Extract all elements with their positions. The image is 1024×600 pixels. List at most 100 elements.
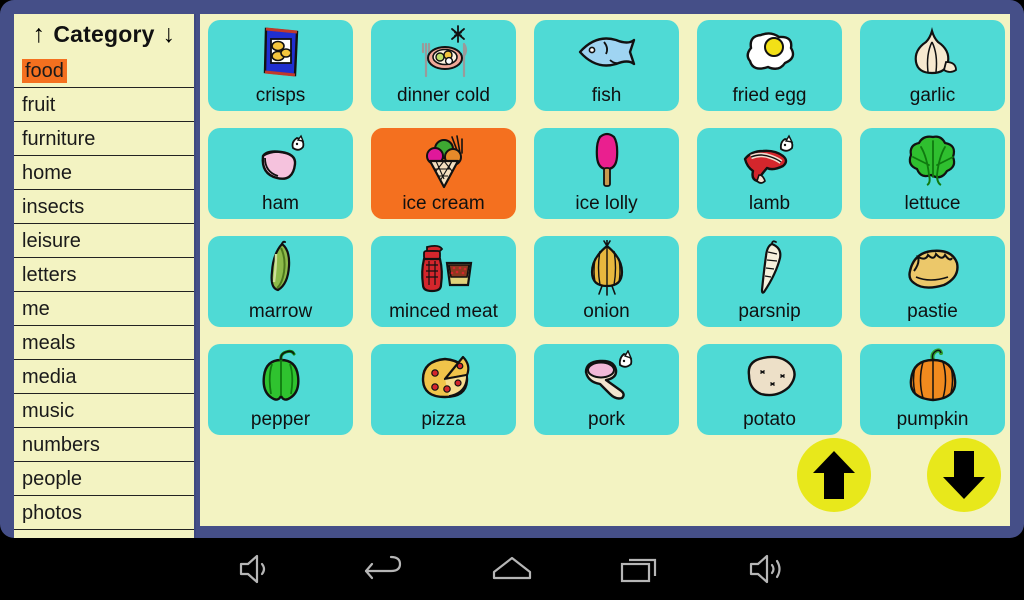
parsnip-icon [697, 240, 842, 296]
sidebar-item-partial[interactable] [14, 530, 194, 538]
sidebar-item-label: me [22, 298, 50, 320]
recents-button[interactable] [576, 538, 704, 600]
symbol-tile-label: ice lolly [575, 193, 638, 214]
symbol-tile-label: fish [591, 85, 622, 106]
symbol-tile-ice-lolly[interactable]: ice lolly [534, 128, 679, 219]
sidebar-item-meals[interactable]: meals [14, 326, 194, 360]
symbol-tile-lettuce[interactable]: lettuce [860, 128, 1005, 219]
category-sidebar: ↑ Category ↓ food fruit furniture home insec… [14, 14, 196, 538]
back-icon [364, 552, 404, 586]
dinner-cold-icon [371, 24, 516, 80]
symbol-tile-marrow[interactable]: marrow [208, 236, 353, 327]
symbol-tile-pastie[interactable]: pastie [860, 236, 1005, 327]
pizza-icon [371, 348, 516, 404]
symbol-tile-label: pumpkin [896, 409, 969, 430]
symbol-tile-fish[interactable]: fish [534, 20, 679, 111]
symbol-tile-label: onion [583, 301, 630, 322]
potato-icon [697, 348, 842, 404]
symbol-tile-label: garlic [909, 85, 956, 106]
pepper-icon [208, 348, 353, 404]
pastie-icon [860, 240, 1005, 296]
fried-egg-icon [697, 24, 842, 80]
category-header: ↑ Category ↓ [14, 14, 194, 54]
sidebar-item-label: media [22, 366, 77, 388]
category-scroll-up-icon[interactable]: ↑ [33, 21, 46, 47]
category-header-title: Category [53, 20, 155, 47]
category-scroll-down-icon[interactable]: ↓ [163, 21, 176, 47]
symbol-tile-label: crisps [255, 85, 306, 106]
sidebar-item-me[interactable]: me [14, 292, 194, 326]
back-button[interactable] [320, 538, 448, 600]
garlic-icon [860, 24, 1005, 80]
symbol-tile-parsnip[interactable]: parsnip [697, 236, 842, 327]
home-button[interactable] [448, 538, 576, 600]
previous-page-button[interactable] [797, 438, 871, 512]
symbol-tile-pumpkin[interactable]: pumpkin [860, 344, 1005, 435]
symbol-tile-label: pizza [421, 409, 466, 430]
pumpkin-icon [860, 348, 1005, 404]
volume-down-icon [237, 552, 275, 586]
ham-icon [208, 132, 353, 188]
sidebar-item-furniture[interactable]: furniture [14, 122, 194, 156]
category-list: food fruit furniture home insects leisure lett… [14, 54, 194, 538]
symbol-tile-label: pork [588, 409, 625, 430]
recents-icon [619, 552, 661, 586]
sidebar-item-label: furniture [22, 128, 96, 150]
sidebar-item-label: food [22, 59, 67, 83]
sidebar-item-letters[interactable]: letters [14, 258, 194, 292]
symbol-tile-dinner-cold[interactable]: dinner cold [371, 20, 516, 111]
symbol-tile-garlic[interactable]: garlic [860, 20, 1005, 111]
sidebar-item-label: people [22, 468, 83, 490]
sidebar-item-leisure[interactable]: leisure [14, 224, 194, 258]
symbol-tile-label: lamb [748, 193, 791, 214]
symbol-tile-label: dinner cold [397, 85, 490, 106]
lettuce-icon [860, 132, 1005, 188]
arrow-down-icon [941, 449, 987, 501]
symbol-tile-label: pepper [250, 409, 311, 430]
symbol-tile-lamb[interactable]: lamb [697, 128, 842, 219]
pork-icon [534, 348, 679, 404]
onion-icon [534, 240, 679, 296]
sidebar-item-label: fruit [22, 94, 56, 116]
symbol-tile-onion[interactable]: onion [534, 236, 679, 327]
sidebar-item-label: music [22, 400, 75, 422]
sidebar-item-insects[interactable]: insects [14, 190, 194, 224]
symbol-tile-pizza[interactable]: pizza [371, 344, 516, 435]
next-page-button[interactable] [927, 438, 1001, 512]
symbol-tile-label: marrow [248, 301, 313, 322]
symbol-tile-label: pastie [907, 301, 958, 322]
symbol-tile-minced-meat[interactable]: minced meat [371, 236, 516, 327]
crisps-icon [208, 24, 353, 80]
sidebar-item-label: leisure [22, 230, 81, 252]
sidebar-item-photos[interactable]: photos [14, 496, 194, 530]
volume-down-button[interactable] [192, 538, 320, 600]
sidebar-item-label: numbers [22, 434, 100, 456]
symbol-tile-potato[interactable]: potato [697, 344, 842, 435]
symbol-tile-fried-egg[interactable]: fried egg [697, 20, 842, 111]
app-frame: ↑ Category ↓ food fruit furniture home insec… [0, 0, 1024, 538]
symbol-tile-label: ice cream [402, 193, 485, 214]
symbol-tile-pepper[interactable]: pepper [208, 344, 353, 435]
symbol-tile-label: fried egg [732, 85, 807, 106]
symbol-tile-crisps[interactable]: crisps [208, 20, 353, 111]
sidebar-item-media[interactable]: media [14, 360, 194, 394]
sidebar-item-fruit[interactable]: fruit [14, 88, 194, 122]
sidebar-item-numbers[interactable]: numbers [14, 428, 194, 462]
symbol-tile-pork[interactable]: pork [534, 344, 679, 435]
sidebar-item-food[interactable]: food [14, 54, 194, 88]
symbol-tile-label: lettuce [904, 193, 961, 214]
ice-cream-icon [371, 132, 516, 189]
android-navigation-bar [0, 538, 1024, 600]
marrow-icon [208, 240, 353, 296]
arrow-up-icon [811, 449, 857, 501]
symbol-tile-ham[interactable]: ham [208, 128, 353, 219]
volume-up-icon [747, 552, 789, 586]
volume-up-button[interactable] [704, 538, 832, 600]
sidebar-item-music[interactable]: music [14, 394, 194, 428]
symbol-tile-ice-cream[interactable]: ice cream [371, 128, 516, 219]
sidebar-item-home[interactable]: home [14, 156, 194, 190]
sidebar-item-people[interactable]: people [14, 462, 194, 496]
home-icon [490, 552, 534, 586]
fish-icon [534, 24, 679, 80]
symbol-tile-label: parsnip [738, 301, 801, 322]
